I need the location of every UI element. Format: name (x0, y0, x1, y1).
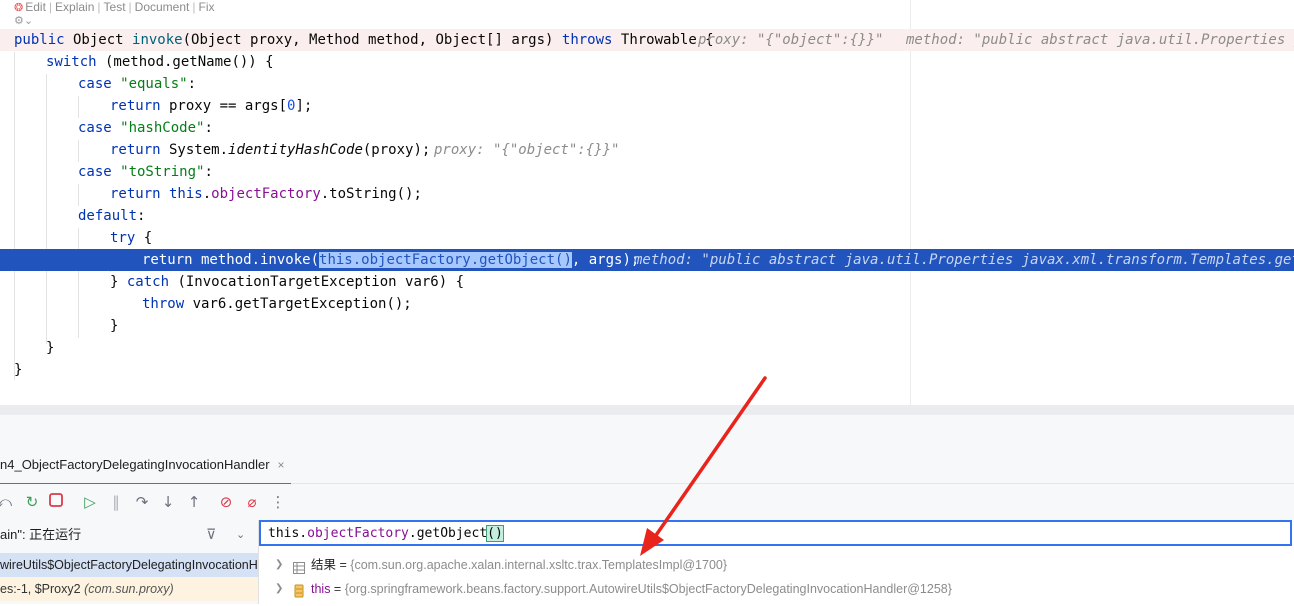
annotation-arrow (640, 376, 767, 556)
